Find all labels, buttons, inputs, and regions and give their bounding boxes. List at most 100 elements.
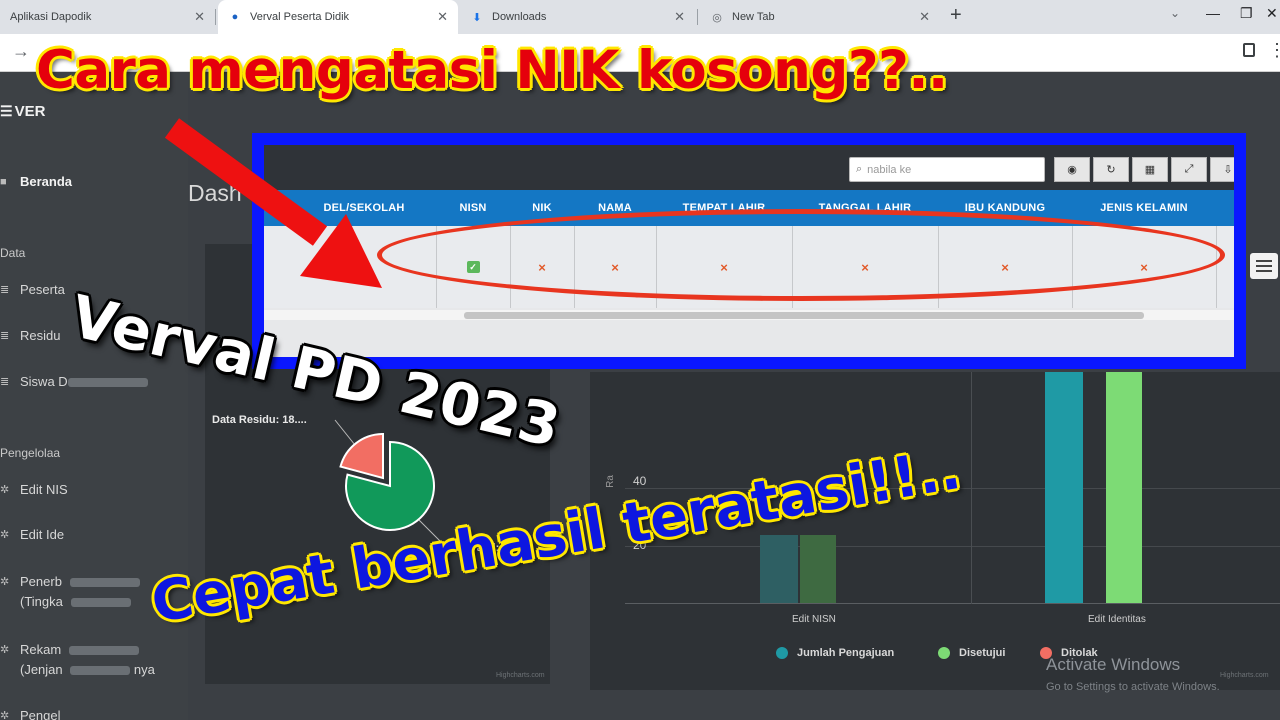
kebab-menu-icon[interactable]: ⋮ (1268, 40, 1280, 61)
scrollbar-thumb[interactable] (464, 312, 1144, 319)
list-icon: ≣ (0, 330, 10, 342)
pie-slice-residu (339, 432, 384, 480)
column-header-jenis-kelamin[interactable]: JENIS KELAMIN (1072, 190, 1216, 226)
bar-jumlah-edit-nisn (760, 535, 798, 603)
pie-label-residu: Data Residu: 18.... (212, 414, 307, 426)
column-header-nisn[interactable]: NISN (436, 190, 510, 226)
blurred-text (68, 646, 139, 656)
sidebar-section-pengelolaan: Pengelolaa (0, 446, 61, 460)
blurred-text (67, 378, 148, 387)
y-axis-label: Ra (604, 475, 616, 488)
sidebar-item-label: Peserta (20, 282, 65, 297)
legend-marker (938, 647, 950, 659)
highlight-ellipse (377, 209, 1225, 301)
legend-label: Jumlah Pengajuan (797, 647, 895, 659)
sidebar-item-sublabel: (Tingka (20, 594, 63, 609)
legend-label: Disetujui (959, 647, 1006, 659)
list-icon: ≣ (0, 376, 10, 388)
sidebar-item-label: Edit Ide (20, 527, 65, 542)
gear-icon: ✲ (0, 576, 10, 588)
table-search-input[interactable]: ⌕ nabila ke (849, 157, 1045, 182)
export-icon: ⇩ (1223, 164, 1233, 176)
sidebar-item-label: Pengel (20, 708, 61, 720)
bar-disetujui-edit-nisn (800, 535, 836, 603)
activate-windows-subtitle: Go to Settings to activate Windows. (1046, 681, 1220, 693)
gear-icon: ✲ (0, 484, 10, 496)
sidebar-item-label: Penerb (20, 574, 62, 589)
side-panel-icon[interactable] (1243, 43, 1255, 57)
chart-credit[interactable]: Highcharts.com (1220, 672, 1269, 679)
back-arrow-icon[interactable]: → (12, 41, 30, 62)
close-icon[interactable]: ✕ (919, 9, 930, 25)
legend-disetujui[interactable]: Disetujui (938, 647, 1005, 659)
sync-icon: ↻ (1106, 164, 1116, 176)
cell-divider (1216, 226, 1217, 308)
tab-separator (697, 9, 698, 25)
blurred-text (69, 578, 140, 588)
gear-icon: ✲ (0, 644, 10, 656)
tab-new-tab[interactable]: ◎ New Tab ✕ (700, 0, 940, 34)
sidebar-item-sublabel: (Jenjan (20, 662, 63, 677)
close-icon[interactable]: ✕ (674, 9, 685, 25)
tab-title: New Tab (732, 11, 775, 23)
x-axis-line (625, 603, 1280, 604)
tab-search-icon[interactable]: ⌄ (1170, 6, 1180, 20)
sidebar-item-label: Residu (20, 328, 61, 343)
chart-credit[interactable]: Highcharts.com (496, 672, 545, 679)
maximize-icon[interactable]: ❐ (1240, 5, 1253, 22)
tab-downloads[interactable]: ⬇ Downloads ✕ (460, 0, 695, 34)
legend-marker (776, 647, 788, 659)
refresh-button[interactable]: ◉ (1054, 157, 1090, 182)
blurred-text (70, 598, 131, 608)
sidebar-item-pengel[interactable]: ✲ Pengel (0, 706, 60, 720)
thumbnail-headline: Cara mengatasi NIK kosong??.. (36, 40, 948, 101)
list-icon: ≣ (0, 284, 10, 296)
sidebar-item-label: Edit NIS (20, 482, 68, 497)
home-icon: ■ (0, 176, 7, 188)
chrome-icon: ◎ (712, 11, 722, 24)
tab-title: Downloads (492, 11, 547, 23)
x-category-edit-identitas: Edit Identitas (1088, 614, 1146, 625)
sidebar-item-label: Siswa D (20, 374, 68, 389)
fullscreen-button[interactable]: ⤢ (1171, 157, 1207, 182)
app-brand-text: VER (14, 102, 46, 120)
fullscreen-icon: ⤢ (1184, 163, 1194, 175)
sidebar-item-rekam[interactable]: ✲ Rekam (Jenjan nya (0, 640, 155, 680)
sidebar-item-suffix: nya (133, 662, 155, 677)
tab-verval-peserta-didik[interactable]: ● Verval Peserta Didik ✕ (218, 0, 458, 34)
sidebar-item-siswa[interactable]: ≣ Siswa D (0, 372, 148, 392)
new-tab-button[interactable]: + (950, 4, 962, 27)
close-icon[interactable]: ✕ (437, 9, 448, 25)
sidebar-item-peserta[interactable]: ≣ Peserta (0, 280, 65, 300)
search-text: nabila ke (867, 163, 912, 176)
search-icon: ⌕ (856, 163, 863, 175)
sidebar-item-residu[interactable]: ≣ Residu (0, 326, 60, 346)
sidebar-item-penerbitan[interactable]: ✲ Penerb (Tingka (0, 572, 140, 612)
minimize-icon[interactable]: — (1206, 5, 1220, 21)
download-icon: ⬇ (472, 11, 482, 24)
category-separator (971, 372, 972, 604)
gear-icon: ✲ (0, 710, 10, 720)
sidebar-item-edit-nisn[interactable]: ✲ Edit NIS (0, 480, 68, 500)
sync-button[interactable]: ↻ (1093, 157, 1129, 182)
tab-separator (215, 9, 216, 25)
sidebar-item-edit-identitas[interactable]: ✲ Edit Ide (0, 525, 64, 545)
browser-tab-strip: Aplikasi Dapodik ✕ ● Verval Peserta Didi… (0, 0, 1280, 34)
close-icon[interactable]: ✕ (194, 9, 205, 25)
x-category-edit-nisn: Edit NISN (792, 614, 836, 625)
export-button[interactable]: ⇩ (1210, 157, 1234, 182)
site-logo-icon: ● (231, 11, 239, 23)
close-window-icon[interactable]: ✕ (1266, 5, 1278, 22)
sidebar-item-beranda[interactable]: ■ Beranda (0, 172, 72, 192)
activate-windows-title: Activate Windows (1046, 655, 1181, 674)
blurred-text (70, 666, 131, 676)
hamburger-menu-icon[interactable] (1250, 253, 1278, 279)
columns-icon: ▦ (1144, 164, 1156, 176)
legend-jumlah-pengajuan[interactable]: Jumlah Pengajuan (776, 647, 894, 659)
bar-jumlah-edit-identitas (1045, 372, 1083, 603)
sidebar-item-label: Beranda (20, 174, 73, 189)
columns-button[interactable]: ▦ (1132, 157, 1168, 182)
red-arrow-icon (164, 118, 382, 288)
tab-aplikasi-dapodik[interactable]: Aplikasi Dapodik ✕ (0, 0, 215, 34)
bar-disetujui-edit-identitas (1106, 372, 1142, 603)
